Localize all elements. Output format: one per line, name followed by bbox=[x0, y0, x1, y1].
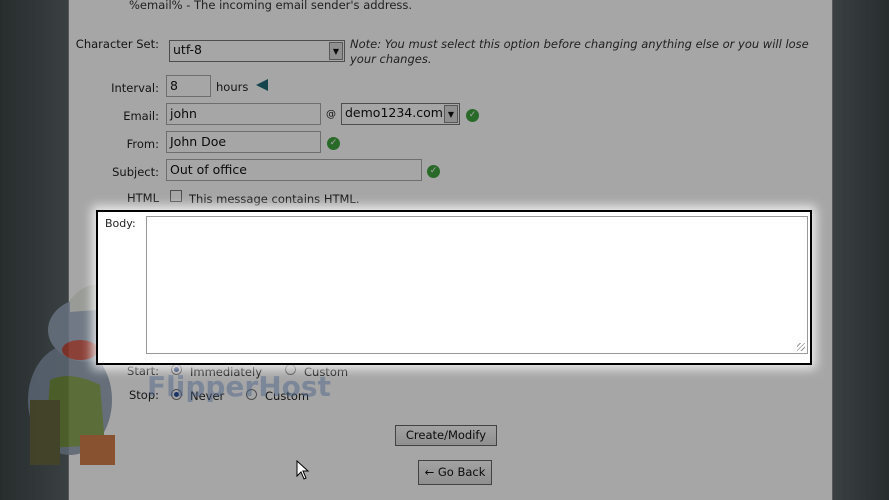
chevron-down-icon[interactable]: ▼ bbox=[444, 105, 458, 123]
email-variable-help: %email% - The incoming email sender's ad… bbox=[129, 0, 413, 12]
charset-value: utf-8 bbox=[173, 42, 203, 57]
help-tag-icon[interactable] bbox=[256, 79, 268, 91]
html-checkbox-label: This message contains HTML. bbox=[189, 192, 360, 206]
body-highlight: Body: bbox=[96, 210, 812, 365]
subject-label: Subject: bbox=[112, 165, 159, 179]
subject-input[interactable]: Out of office bbox=[166, 159, 422, 181]
email-valid-check-icon: ✓ bbox=[466, 109, 479, 122]
email-domain-select[interactable]: demo1234.com ▼ bbox=[341, 103, 460, 125]
email-label: Email: bbox=[123, 109, 159, 123]
subject-valid-check-icon: ✓ bbox=[427, 165, 440, 178]
interval-input[interactable]: 8 bbox=[166, 75, 211, 97]
interval-label: Interval: bbox=[111, 81, 159, 95]
chevron-down-icon[interactable]: ▼ bbox=[329, 42, 343, 60]
html-label: HTML bbox=[126, 191, 159, 205]
from-input[interactable]: John Doe bbox=[166, 131, 321, 153]
go-back-button[interactable]: ← Go Back bbox=[418, 460, 492, 485]
html-checkbox[interactable] bbox=[170, 190, 182, 202]
mouse-cursor-icon bbox=[296, 460, 310, 480]
email-user-input[interactable]: john bbox=[166, 103, 321, 125]
right-backdrop bbox=[833, 0, 889, 500]
charset-note: Note: You must select this option before… bbox=[350, 37, 809, 66]
body-textarea[interactable] bbox=[146, 216, 808, 354]
from-valid-check-icon: ✓ bbox=[327, 137, 340, 150]
email-domain-value: demo1234.com bbox=[345, 105, 443, 120]
body-label: Body: bbox=[105, 217, 136, 230]
from-label: From: bbox=[126, 137, 159, 151]
watermark: FlipperHost bbox=[147, 370, 331, 403]
resize-grip-icon[interactable] bbox=[797, 343, 805, 351]
at-sign: @ bbox=[326, 109, 336, 120]
interval-unit: hours bbox=[216, 80, 249, 94]
charset-select[interactable]: utf-8 ▼ bbox=[169, 40, 345, 62]
create-modify-button[interactable]: Create/Modify bbox=[395, 425, 497, 446]
charset-label: Character Set: bbox=[75, 37, 159, 51]
